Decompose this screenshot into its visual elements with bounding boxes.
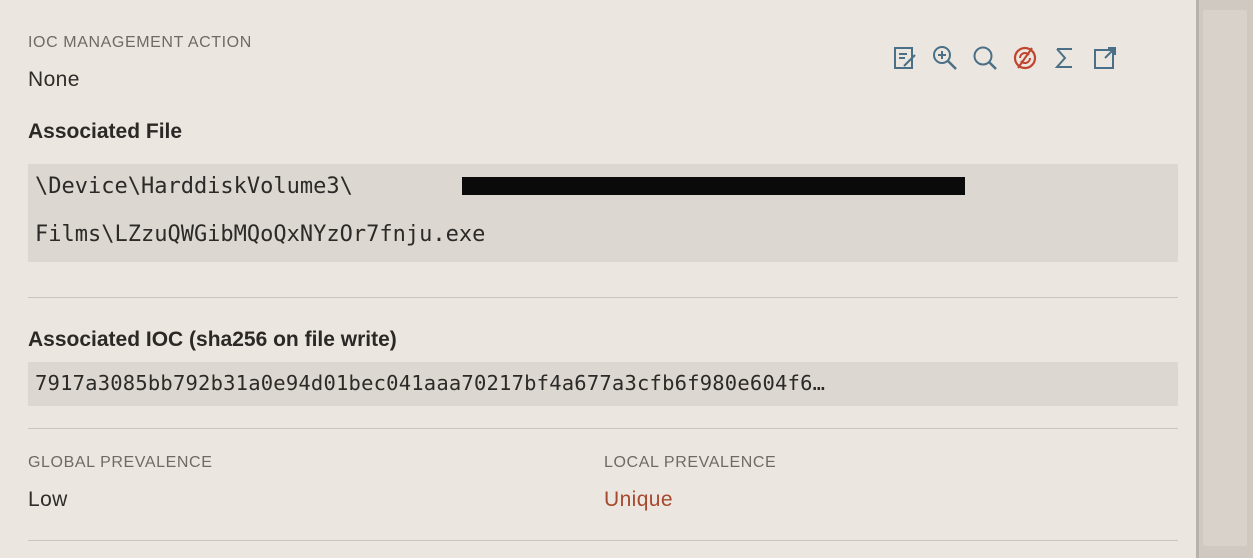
ioc-management-action-label: IOC MANAGEMENT ACTION bbox=[28, 34, 252, 51]
divider bbox=[28, 297, 1178, 298]
edit-note-icon bbox=[894, 47, 916, 69]
global-prevalence-value: Low bbox=[28, 488, 68, 511]
search-icon bbox=[973, 46, 997, 70]
action-toolbar bbox=[890, 38, 1120, 78]
edit-note-button[interactable] bbox=[890, 43, 920, 73]
scrollbar-thumb[interactable] bbox=[1203, 10, 1247, 546]
divider bbox=[28, 428, 1178, 429]
zoom-in-button[interactable] bbox=[930, 43, 960, 73]
redaction-bar bbox=[462, 177, 965, 195]
local-prevalence-value: Unique bbox=[604, 488, 673, 511]
divider bbox=[28, 540, 1178, 541]
ioc-hash-value[interactable]: 7917a3085bb792b31a0e94d01bec041aaa70217b… bbox=[35, 371, 825, 395]
associated-ioc-hash-box: 7917a3085bb792b31a0e94d01bec041aaa70217b… bbox=[28, 362, 1178, 406]
associated-file-title: Associated File bbox=[28, 120, 183, 143]
file-path-line-2: Films\LZzuQWGibMQoQxNYzOr7fnju.exe bbox=[35, 222, 486, 247]
ioc-management-action-value: None bbox=[28, 68, 80, 91]
scrollbar[interactable] bbox=[1196, 0, 1253, 558]
associated-ioc-title: Associated IOC (sha256 on file write) bbox=[28, 328, 397, 351]
search-button[interactable] bbox=[970, 43, 1000, 73]
local-prevalence-label: LOCAL PREVALENCE bbox=[604, 454, 777, 471]
export-icon bbox=[1094, 47, 1116, 69]
global-prevalence-label: GLOBAL PREVALENCE bbox=[28, 454, 213, 471]
file-path-line-1: \Device\HarddiskVolume3\ bbox=[35, 174, 353, 199]
sigma-icon bbox=[1054, 48, 1072, 68]
alert-details-panel: IOC MANAGEMENT ACTION None Associated Fi… bbox=[0, 0, 1196, 558]
zoom-in-icon bbox=[933, 46, 957, 70]
sync-button[interactable] bbox=[1010, 43, 1040, 73]
sync-icon bbox=[1013, 46, 1037, 70]
export-button[interactable] bbox=[1090, 43, 1120, 73]
sigma-button[interactable] bbox=[1050, 43, 1080, 73]
